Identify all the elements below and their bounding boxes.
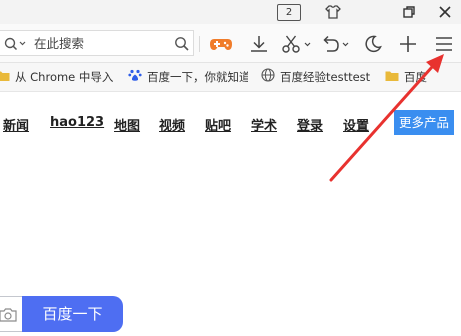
nav-link-news[interactable]: 新闻 (3, 115, 29, 134)
nav-link-settings[interactable]: 设置 (343, 115, 369, 134)
search-icon[interactable] (174, 36, 190, 52)
bookmark-label: 从 Chrome 中导入 (15, 70, 114, 84)
night-mode-moon-icon[interactable] (362, 33, 384, 55)
window-title-bar: 2 (0, 0, 461, 24)
top-nav: 新闻 hao123 地图 视频 贴吧 学术 登录 设置 (0, 108, 461, 138)
bookmark-label: 百度经验testtest (280, 70, 371, 84)
game-controller-icon[interactable] (209, 33, 232, 55)
close-window-icon[interactable] (435, 2, 455, 22)
image-search-camera-button[interactable] (0, 296, 22, 332)
search-engine-selector[interactable] (3, 35, 27, 53)
new-tab-plus-icon[interactable] (397, 33, 419, 55)
toolbar-search-box[interactable]: 在此搜索 (0, 30, 194, 56)
skin-shirt-icon[interactable] (323, 2, 343, 22)
more-products-button[interactable]: 更多产品 (394, 110, 454, 135)
folder-icon (0, 64, 10, 92)
camera-icon (0, 307, 17, 327)
download-icon[interactable] (248, 33, 270, 55)
nav-link-tieba[interactable]: 贴吧 (205, 115, 231, 134)
bookmark-item[interactable]: 百度经验testtest (261, 63, 370, 91)
baidu-paw-icon (128, 64, 142, 92)
restore-window-icon[interactable] (399, 2, 419, 22)
nav-link-xueshu[interactable]: 学术 (251, 115, 277, 134)
nav-link-video[interactable]: 视频 (159, 115, 185, 134)
menu-hamburger-icon[interactable] (433, 33, 455, 55)
bookmark-item[interactable]: 百度一下，你就知道 (128, 63, 248, 91)
tab-count-badge[interactable]: 2 (277, 4, 301, 21)
baidu-search-button[interactable]: 百度一下 (22, 296, 123, 332)
globe-icon (261, 64, 275, 92)
bookmark-item[interactable]: 从 Chrome 中导入 (0, 63, 113, 91)
folder-icon (385, 64, 399, 92)
nav-link-hao123[interactable]: hao123 (50, 115, 104, 130)
bookmark-label: 百度一下，你就知道 (147, 70, 248, 84)
browser-toolbar: 在此搜索 (0, 24, 461, 63)
nav-link-map[interactable]: 地图 (114, 115, 140, 134)
screenshot-scissors-icon[interactable] (280, 33, 314, 55)
bookmark-item[interactable]: 百度 (385, 63, 461, 91)
search-input[interactable]: 在此搜索 (34, 31, 84, 56)
nav-link-login[interactable]: 登录 (297, 115, 323, 134)
undo-icon[interactable] (319, 33, 353, 55)
bookmark-label: 百度 (404, 70, 427, 84)
toolbar-divider (199, 36, 200, 52)
bookmarks-bar: 从 Chrome 中导入 百度一下，你就知道 百度经验testtest 百度 (0, 63, 461, 92)
